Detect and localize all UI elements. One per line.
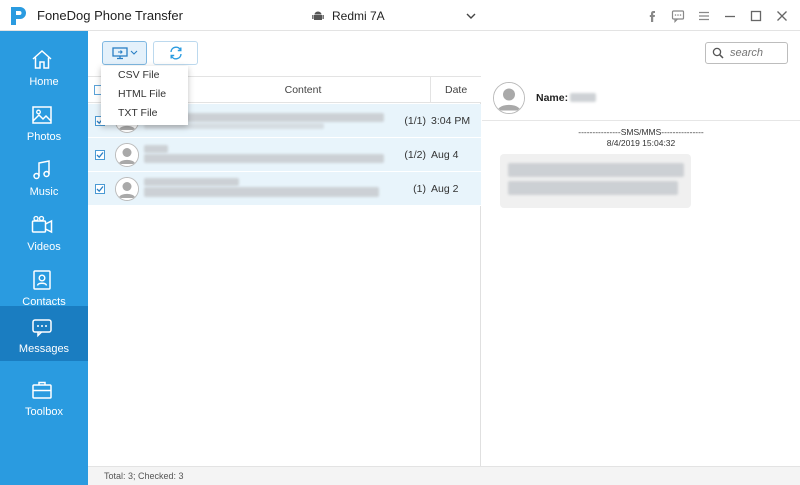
refresh-button[interactable]	[153, 41, 198, 65]
maximize-button[interactable]	[746, 6, 766, 26]
app-logo-icon	[11, 7, 26, 25]
toolbox-icon	[32, 381, 52, 399]
redacted-contact-name	[570, 93, 596, 102]
minimize-button[interactable]	[720, 6, 740, 26]
title-bar: FoneDog Phone Transfer Redmi 7A	[0, 0, 800, 31]
redacted-contact	[144, 178, 239, 186]
export-html-option[interactable]: HTML File	[101, 85, 188, 104]
redacted-preview	[144, 187, 379, 197]
export-csv-option[interactable]: CSV File	[101, 66, 188, 85]
column-header-date[interactable]: Date	[445, 84, 467, 96]
window-controls	[642, 6, 792, 26]
redacted-contact	[144, 145, 168, 153]
status-text: Total: 3; Checked: 3	[104, 471, 184, 481]
search-box[interactable]	[705, 42, 788, 64]
row-checkbox[interactable]	[95, 184, 105, 194]
message-count: (1/2)	[404, 149, 426, 161]
message-row[interactable]: (1) Aug 2	[88, 172, 481, 206]
sidebar-item-label: Music	[29, 186, 59, 198]
sidebar-item-label: Videos	[27, 241, 61, 253]
menu-icon	[699, 11, 709, 21]
checkmark-icon	[96, 186, 104, 193]
close-icon	[777, 11, 787, 21]
app-title: FoneDog Phone Transfer	[37, 8, 183, 23]
feedback-button[interactable]	[668, 6, 688, 26]
contact-avatar	[115, 143, 139, 167]
message-timestamp: 8/4/2019 15:04:32	[606, 138, 676, 148]
contact-avatar	[115, 177, 139, 201]
chevron-down-icon	[466, 13, 476, 19]
export-to-pc-button[interactable]	[102, 41, 147, 65]
close-button[interactable]	[772, 6, 792, 26]
sidebar-item-label: Home	[29, 76, 59, 88]
message-count: (1/1)	[404, 115, 426, 127]
toolbar	[88, 31, 800, 76]
menu-button[interactable]	[694, 6, 714, 26]
sms-mms-header: ---------------SMS/MMS---------------	[578, 127, 704, 137]
sidebar-item-music[interactable]: Music	[0, 149, 88, 204]
export-menu: CSV File HTML File TXT File	[101, 66, 188, 125]
contact-avatar	[493, 82, 525, 114]
message-icon	[32, 319, 52, 338]
contacts-icon	[33, 270, 51, 290]
music-icon	[33, 160, 50, 180]
message-count: (1)	[413, 183, 426, 195]
person-icon	[116, 178, 138, 200]
person-icon	[116, 144, 138, 166]
device-selector[interactable]: Redmi 7A	[312, 5, 476, 27]
contact-name-label: Name:	[536, 92, 569, 104]
export-txt-option[interactable]: TXT File	[101, 104, 188, 123]
sidebar-item-label: Messages	[18, 343, 70, 355]
redacted-preview	[144, 154, 384, 163]
message-date: Aug 2	[431, 183, 459, 195]
message-date: Aug 4	[431, 149, 459, 161]
maximize-icon	[750, 10, 762, 22]
sidebar-item-home[interactable]: Home	[0, 39, 88, 94]
feedback-icon	[671, 10, 685, 23]
redacted-message-text	[508, 163, 684, 177]
sidebar-item-toolbox[interactable]: Toolbox	[0, 369, 88, 424]
android-icon	[312, 11, 324, 20]
status-bar: Total: 3; Checked: 3	[88, 466, 800, 485]
column-divider	[430, 77, 431, 103]
detail-header: Name:	[482, 76, 800, 121]
photo-icon	[32, 106, 52, 124]
facebook-icon	[649, 11, 655, 22]
video-icon	[31, 215, 53, 234]
message-bubble	[500, 154, 691, 208]
refresh-icon	[169, 46, 182, 60]
row-checkbox[interactable]	[95, 150, 105, 160]
search-icon	[712, 47, 724, 59]
sidebar-item-videos[interactable]: Videos	[0, 204, 88, 259]
sidebar-item-label: Photos	[26, 131, 62, 143]
sidebar-item-messages[interactable]: Messages	[0, 306, 88, 361]
minimize-icon	[725, 15, 735, 18]
sidebar-item-photos[interactable]: Photos	[0, 94, 88, 149]
checkmark-icon	[96, 152, 104, 159]
sidebar-item-label: Toolbox	[25, 406, 63, 418]
message-date: 3:04 PM	[431, 115, 471, 127]
redacted-message-text	[508, 181, 678, 195]
device-name: Redmi 7A	[332, 9, 385, 23]
message-list: Content Date (1/1) 3:04 PM (1/2) Aug 4 (…	[88, 76, 481, 466]
home-icon	[32, 49, 52, 69]
facebook-button[interactable]	[642, 6, 662, 26]
search-input[interactable]	[730, 47, 784, 59]
sidebar: Home Photos Music Videos Contacts Messag…	[0, 31, 88, 485]
column-header-content[interactable]: Content	[248, 84, 358, 96]
message-detail: Name: ---------------SMS/MMS------------…	[482, 76, 800, 466]
person-icon	[494, 83, 524, 113]
export-to-pc-icon	[111, 47, 137, 60]
message-row[interactable]: (1/2) Aug 4	[88, 138, 481, 172]
